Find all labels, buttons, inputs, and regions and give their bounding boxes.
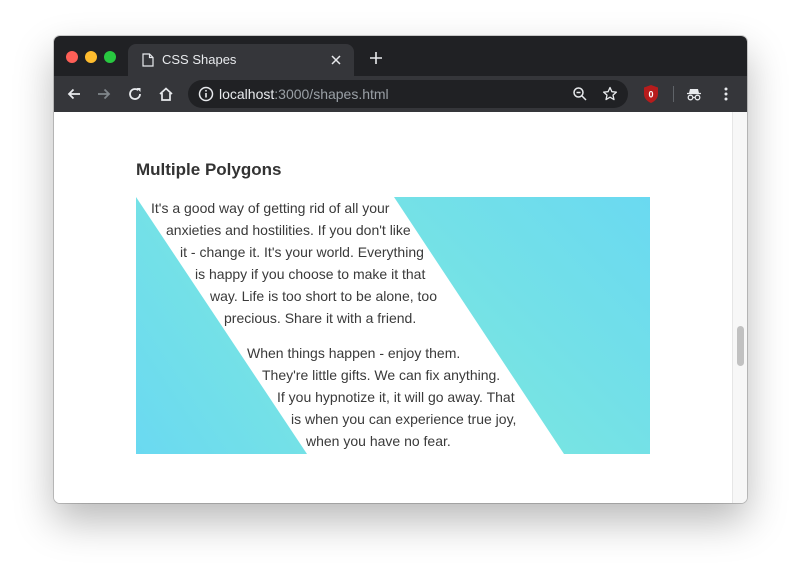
text-line: when you have no fear.: [306, 433, 451, 449]
text-line: They're little gifts. We can fix anythin…: [262, 367, 501, 383]
tab-strip: CSS Shapes: [54, 36, 747, 76]
home-icon[interactable]: [158, 86, 174, 102]
arrow-left-icon[interactable]: [66, 86, 82, 102]
extension-shield-icon[interactable]: 0: [643, 84, 659, 104]
text-line: is happy if you choose to make it that: [195, 266, 426, 282]
url-host: localhost: [219, 86, 275, 102]
page-icon: [142, 53, 154, 67]
vertical-scrollbar[interactable]: [732, 112, 747, 503]
minimize-window-button[interactable]: [85, 51, 97, 63]
incognito-icon[interactable]: [686, 86, 702, 102]
close-tab-icon[interactable]: [330, 54, 342, 66]
browser-toolbar: localhost:3000/shapes.html 0: [54, 76, 747, 112]
text-line: When things happen - enjoy them.: [247, 345, 461, 361]
text-line: anxieties and hostilities. If you don't …: [166, 222, 411, 238]
text-line: way. Life is too short to be alone, too: [210, 288, 437, 304]
close-window-button[interactable]: [66, 51, 78, 63]
text-line: precious. Share it with a friend.: [224, 310, 417, 326]
page-title: Multiple Polygons: [136, 160, 282, 179]
browser-window: CSS Shapes localhost:3000/shapes.html 0 …: [54, 36, 747, 503]
scrollbar-thumb[interactable]: [737, 326, 744, 366]
url-text[interactable]: localhost:3000/shapes.html: [219, 86, 389, 102]
star-icon[interactable]: [602, 86, 618, 102]
kebab-menu-icon[interactable]: [718, 86, 734, 102]
text-line: If you hypnotize it, it will go away. Th…: [277, 389, 515, 405]
text-line: it - change it. It's your world. Everyth…: [180, 244, 424, 260]
page-viewport: Multiple Polygons It's a good way of get…: [54, 112, 732, 503]
arrow-right-icon[interactable]: [96, 86, 112, 102]
reload-icon[interactable]: [127, 86, 143, 102]
url-path: :3000/shapes.html: [274, 86, 389, 102]
zoom-icon[interactable]: [572, 86, 588, 102]
tab-css-shapes[interactable]: CSS Shapes: [128, 44, 354, 76]
new-tab-icon[interactable]: [369, 51, 383, 65]
polygon-shapes-demo: It's a good way of getting rid of all yo…: [136, 197, 650, 454]
extension-badge: 0: [648, 90, 653, 100]
toolbar-divider: [673, 86, 674, 102]
info-icon[interactable]: [198, 86, 214, 102]
address-bar[interactable]: localhost:3000/shapes.html: [188, 80, 628, 108]
tab-title: CSS Shapes: [162, 52, 237, 67]
text-line: is when you can experience true joy,: [291, 411, 517, 427]
text-line: It's a good way of getting rid of all yo…: [151, 200, 390, 216]
maximize-window-button[interactable]: [104, 51, 116, 63]
